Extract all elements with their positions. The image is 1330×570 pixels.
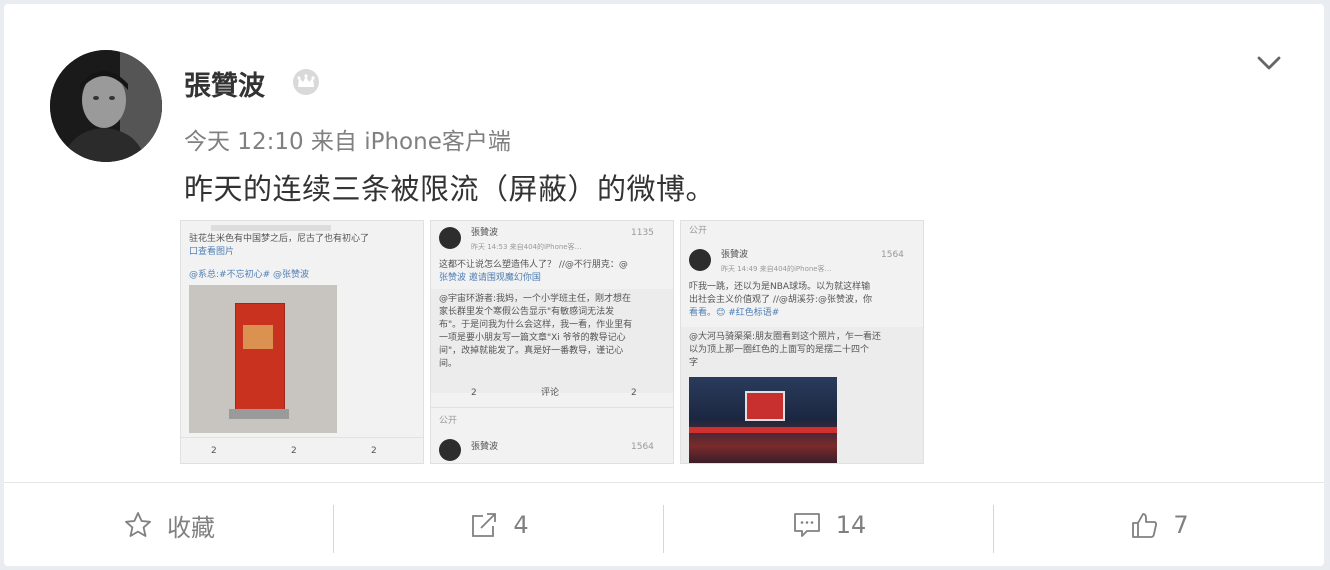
comment-count: 14 — [835, 511, 867, 539]
thumb2-avatar — [439, 227, 461, 249]
thumbnail-3[interactable]: 公开 張贊波 昨天 14:49 来自404的iPhone客… 1564 吓我一跳… — [680, 220, 924, 464]
cigarette-pack-photo — [189, 285, 337, 433]
thumb3-reply-3: 字 — [689, 358, 699, 368]
thumb3-public-label: 公开 — [689, 226, 708, 236]
post-source: 来自 iPhone客户端 — [310, 129, 511, 155]
thumb3-avatar — [689, 249, 711, 271]
crown-vip-icon[interactable] — [292, 68, 320, 96]
thumb2-text-2: 张赞波 邀请围观魔幻你国 — [439, 273, 541, 283]
thumb1-repost-count: 2 — [211, 446, 217, 456]
favorite-label: 收藏 — [167, 513, 215, 542]
thumb2-avatar-2 — [439, 439, 461, 461]
arena-photo — [689, 377, 837, 463]
thumb1-text: 驻花生米色有中国梦之后，尼古了也有初心了 — [189, 234, 370, 244]
thumb3-text-1: 吓我一跳，还以为是NBA球场。以为就这样输 — [689, 282, 871, 292]
thumb2-text-1: 这都不让说怎么塑造伟人了？ //@不行朋克：@ — [439, 260, 628, 270]
thumb1-comment-count: 2 — [291, 446, 297, 456]
divider — [181, 437, 423, 438]
thumb3-time: 昨天 14:49 来自404的iPhone客… — [721, 265, 832, 273]
thumb2-repost-count: 2 — [471, 388, 477, 398]
thumb2-badge-2: 1564 — [631, 442, 654, 452]
thumb1-like-count: 2 — [371, 446, 377, 456]
avatar-portrait — [50, 50, 162, 162]
post-text: 昨天的连续三条被限流（屏蔽）的微博。 — [184, 172, 716, 206]
thumb1-view-image-link: 口查看图片 — [189, 247, 235, 257]
avatar[interactable] — [50, 50, 162, 162]
weibo-post-card: 張贊波 今天 12:10 来自 iPhone客户端 昨天的连续三条被限流（屏蔽）… — [4, 4, 1324, 566]
username[interactable]: 張贊波 — [184, 64, 265, 103]
thumbs-up-icon — [1132, 513, 1158, 538]
like-button[interactable]: 7 — [994, 483, 1324, 567]
thumb2-public-label: 公开 — [439, 416, 458, 426]
comment-icon — [793, 513, 820, 537]
like-count: 7 — [1173, 511, 1189, 539]
thumb2-reply-2: 家长群里发个寒假公告显示"有敏感词无法发 — [439, 307, 615, 317]
share-icon — [472, 513, 497, 537]
divider — [431, 407, 673, 408]
post-meta: 今天 12:10 来自 iPhone客户端 — [184, 122, 511, 156]
thumb2-reply-3: 布"。于是问我为什么会这样，我一看，作业里有 — [439, 320, 633, 330]
thumbnail-1[interactable]: 驻花生米色有中国梦之后，尼古了也有初心了 口查看图片 @系总:#不忘初心# @张… — [180, 220, 424, 464]
thumb3-text-2: 出社会主义价值观了 //@胡溪芬:@张赞波，你 — [689, 295, 872, 305]
thumb2-time: 昨天 14:53 来自404的iPhone客… — [471, 243, 582, 251]
thumb1-tags: @系总:#不忘初心# @张赞波 — [189, 270, 309, 280]
thumb2-comment-label: 评论 — [541, 388, 560, 398]
thumb2-badge: 1135 — [631, 228, 654, 238]
clipped-header — [211, 225, 331, 231]
favorite-button[interactable]: 收藏 — [4, 483, 334, 567]
thumb3-badge: 1564 — [881, 250, 904, 260]
thumb2-reply-6: 间。 — [439, 359, 458, 369]
thumb2-reply-1: @宇宙环游者:我妈，一个小学班主任，刚才想在 — [439, 294, 632, 304]
thumb2-like-count: 2 — [631, 388, 637, 398]
chevron-down-icon[interactable] — [1254, 48, 1284, 78]
thumb3-reply-1: @大河马骑渠渠:朋友圈看到这个照片，乍一看还 — [689, 332, 882, 342]
thumb3-reply-2: 以为顶上那一圈红色的上面写的是摆二十四个 — [689, 345, 870, 355]
comment-button[interactable]: 14 — [664, 483, 994, 567]
thumbnail-2[interactable]: 張贊波 昨天 14:53 来自404的iPhone客… 1135 这都不让说怎么… — [430, 220, 674, 464]
thumb2-reply-4: 一项是要小朋友写一篇文章"Xi 爷爷的教导记心 — [439, 333, 626, 343]
thumb3-text-3: 看看。😊 #红色标语# — [689, 308, 780, 318]
thumb2-reply-5: 间"，改掉就能发了。真是好一番教导，谨记心 — [439, 346, 624, 356]
star-icon — [125, 512, 151, 537]
repost-count: 4 — [513, 511, 529, 539]
action-bar: 收藏 4 14 7 — [4, 482, 1324, 567]
post-timestamp[interactable]: 今天 12:10 — [184, 129, 304, 155]
repost-button[interactable]: 4 — [334, 483, 664, 567]
